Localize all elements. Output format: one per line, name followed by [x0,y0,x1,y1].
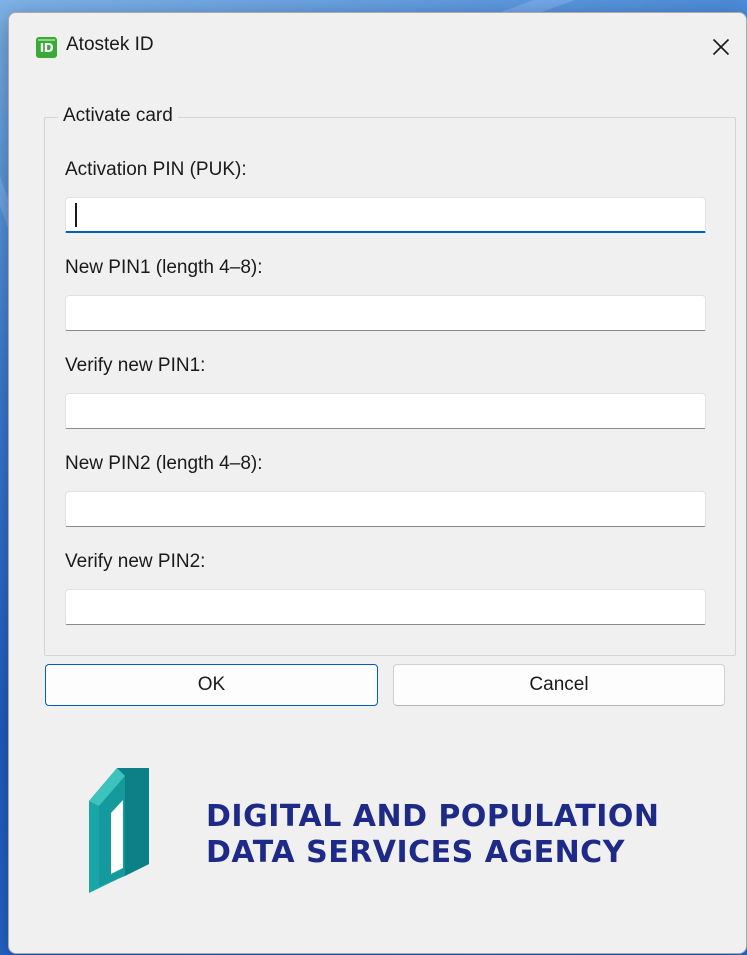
agency-name: DIGITAL AND POPULATION DATA SERVICES AGE… [206,799,660,871]
new-pin1-label: New PIN1 (length 4–8): [65,257,263,278]
verify-pin2-label: Verify new PIN2: [65,551,206,572]
verify-pin1-label: Verify new PIN1: [65,355,206,376]
cancel-button[interactable]: Cancel [393,664,725,706]
dialog-window: ID Atostek ID Activate card Activation P… [8,12,747,954]
dvv-logo-icon [89,768,149,893]
verify-pin1-input[interactable] [65,393,706,429]
new-pin2-label: New PIN2 (length 4–8): [65,453,263,474]
new-pin1-input[interactable] [65,295,706,331]
activate-card-group: Activate card Activation PIN (PUK): New … [44,105,736,656]
verify-pin2-input[interactable] [65,589,706,625]
ok-button[interactable]: OK [45,664,378,706]
puk-label: Activation PIN (PUK): [65,159,247,180]
app-icon: ID [36,37,57,58]
agency-name-line2: DATA SERVICES AGENCY [206,835,625,870]
puk-input[interactable] [65,197,706,233]
close-button[interactable] [696,27,746,67]
window-title: Atostek ID [66,34,154,55]
text-caret [75,203,77,227]
agency-name-line1: DIGITAL AND POPULATION [206,799,660,834]
title-bar: ID Atostek ID [9,13,746,79]
new-pin2-input[interactable] [65,491,706,527]
close-icon [712,38,730,56]
group-title: Activate card [58,105,178,127]
app-icon-text: ID [39,41,54,55]
